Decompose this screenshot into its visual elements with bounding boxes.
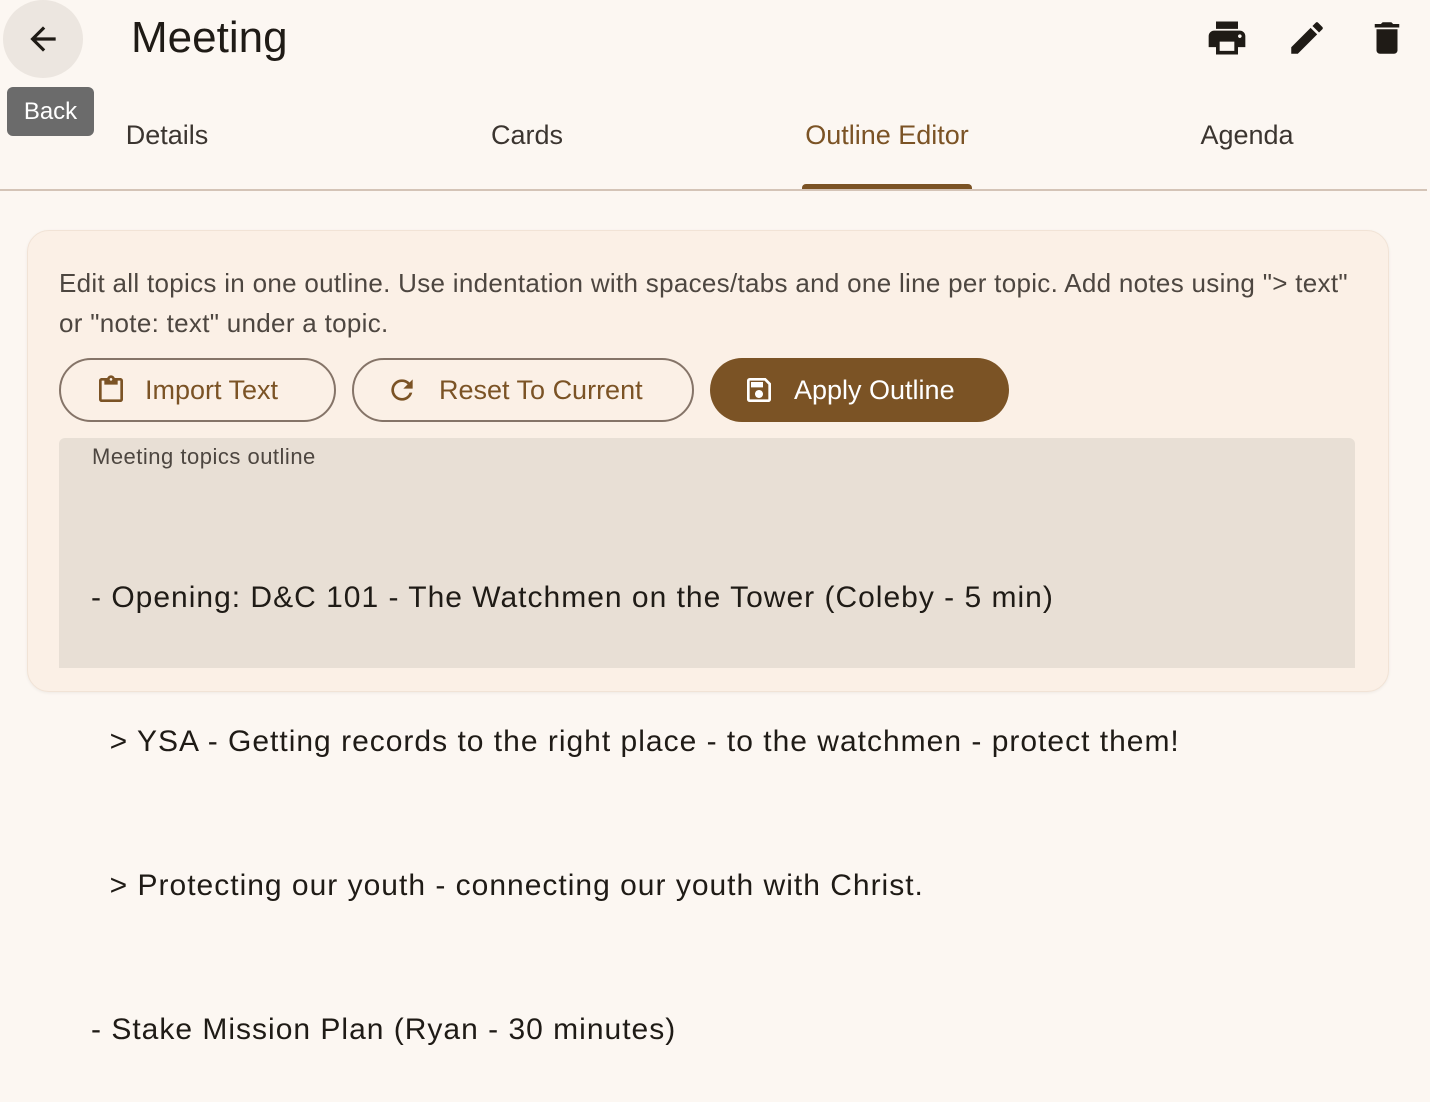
apply-outline-button[interactable]: Apply Outline: [710, 358, 1009, 422]
tab-outline-editor[interactable]: Outline Editor: [707, 120, 1067, 151]
outline-field-label: Meeting topics outline: [92, 444, 316, 469]
tab-details[interactable]: Details: [0, 120, 347, 151]
reset-to-current-label: Reset To Current: [439, 374, 643, 405]
outline-line: - Stake Mission Plan (Ryan - 30 minutes): [91, 1013, 677, 1046]
import-text-button[interactable]: Import Text: [59, 358, 336, 422]
page-title: Meeting: [131, 13, 288, 62]
tab-bar: Details Cards Outline Editor Agenda: [0, 100, 1427, 191]
import-text-label: Import Text: [145, 374, 279, 405]
tab-agenda[interactable]: Agenda: [1067, 120, 1427, 151]
edit-icon: [1291, 22, 1323, 54]
active-tab-indicator: [802, 184, 972, 189]
outline-help-text: Edit all topics in one outline. Use inde…: [59, 268, 1348, 338]
outline-line: > Protecting our youth - connecting our …: [91, 869, 924, 902]
outline-line: - Opening: D&C 101 - The Watchmen on the…: [91, 581, 1054, 614]
apply-outline-label: Apply Outline: [794, 374, 955, 405]
outline-line: > YSA - Getting records to the right pla…: [91, 725, 1180, 758]
edit-button[interactable]: [1283, 14, 1331, 62]
outline-text-lines[interactable]: - Opening: D&C 101 - The Watchmen on the…: [91, 478, 1180, 1102]
print-button[interactable]: [1203, 14, 1251, 62]
delete-icon: [1374, 22, 1400, 54]
save-icon: [742, 373, 776, 407]
back-button[interactable]: [3, 0, 83, 78]
arrow-back-icon: [30, 26, 56, 52]
print-icon: [1208, 21, 1246, 55]
delete-button[interactable]: [1363, 14, 1411, 62]
clipboard-icon: [94, 373, 128, 407]
refresh-icon: [385, 373, 419, 407]
tab-cards[interactable]: Cards: [347, 120, 707, 151]
reset-to-current-button[interactable]: Reset To Current: [352, 358, 694, 422]
